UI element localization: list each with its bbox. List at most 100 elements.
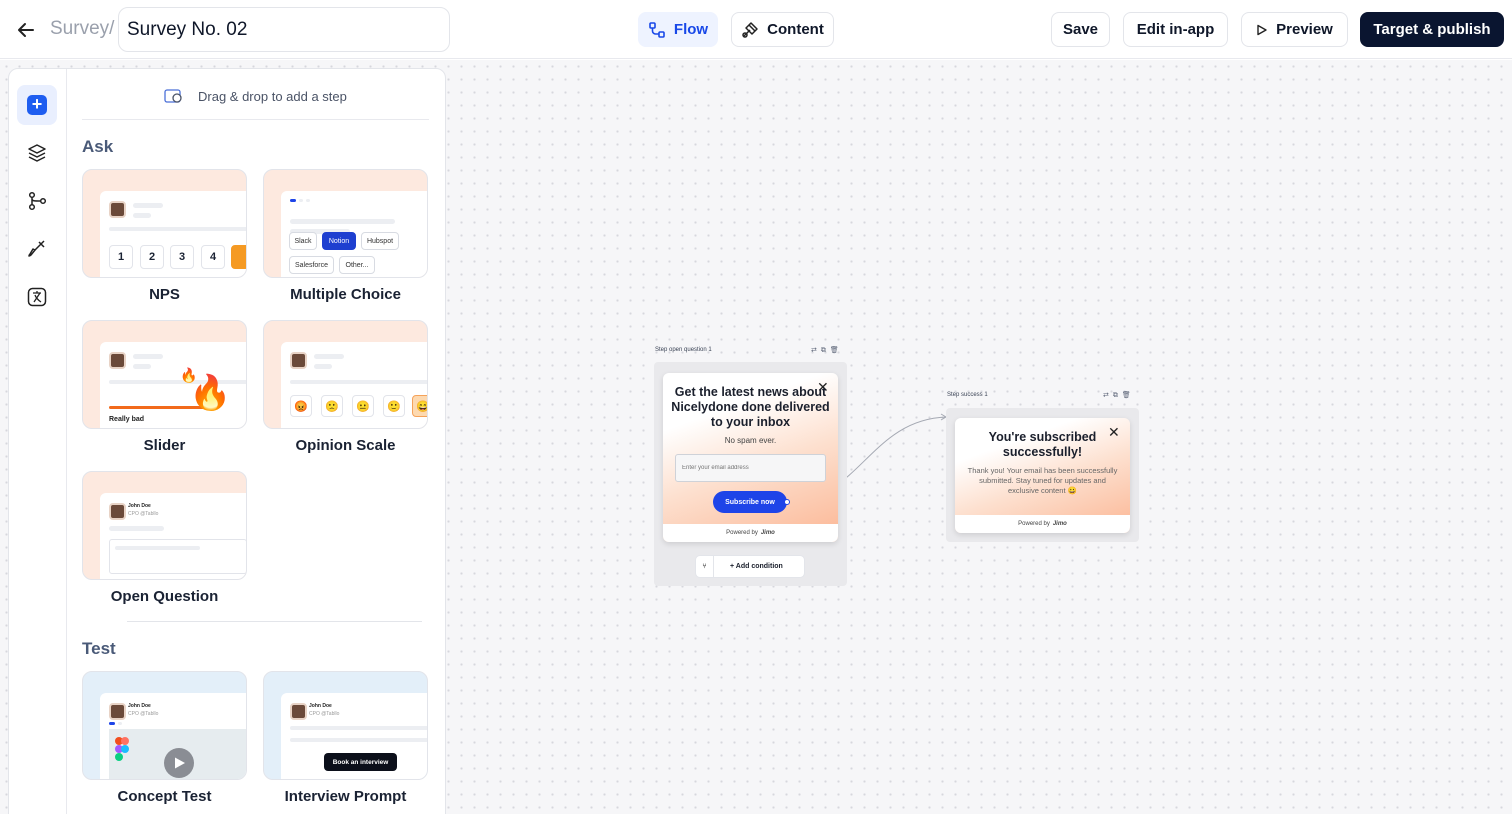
placeholder-line [133, 364, 151, 369]
person-role: CPO @Tabllo [128, 511, 159, 517]
placeholder-line [290, 738, 427, 742]
divider [127, 621, 422, 622]
placeholder-line [314, 354, 344, 359]
card-opinion-scale-label: Opinion Scale [295, 437, 396, 454]
rail-add-step[interactable]: + [17, 85, 57, 125]
rail-layers[interactable] [17, 133, 57, 173]
section-ask: Ask [82, 137, 114, 156]
branch-icon [28, 191, 47, 211]
slider-label: Really bad [109, 416, 145, 423]
option-chip: Slack [289, 232, 317, 250]
avatar [109, 201, 126, 218]
progress-dot [118, 722, 122, 725]
person-name: John Doe [128, 503, 151, 509]
card-opinion-scale[interactable]: 😡 🙁 😐 🙂 😄 [263, 320, 428, 429]
card-interview-prompt[interactable]: John Doe CPO @Tabllo Book an interview [263, 671, 428, 780]
frown-face-icon: 🙁 [321, 395, 343, 417]
card-slider[interactable]: Really bad 🔥 🔥 [82, 320, 247, 429]
placeholder-line [290, 380, 427, 384]
add-condition-label: + Add condition [730, 563, 783, 570]
avatar [109, 503, 126, 520]
nps-score: 2 [140, 245, 164, 269]
option-chip: Notion [322, 232, 356, 250]
connector-handle[interactable] [784, 499, 790, 505]
person-role: CPO @Tabllo [309, 711, 340, 717]
layers-icon [28, 144, 46, 162]
nps-score: 3 [170, 245, 194, 269]
add-condition-button[interactable]: ⑂ + Add condition [695, 555, 805, 578]
step-modal[interactable]: ✕ Get the latest news about Nicelydone d… [663, 373, 838, 542]
avatar [109, 352, 126, 369]
avatar [109, 703, 126, 720]
card-open-question[interactable]: John Doe CPO @Tabllo [82, 471, 247, 580]
option-chip: Other... [339, 256, 375, 274]
progress-dot [109, 722, 115, 725]
drag-hint-label: Drag & drop to add a step [198, 88, 347, 104]
step-title: Step success 1 [947, 392, 988, 398]
placeholder-line [109, 526, 164, 531]
placeholder-line [133, 203, 163, 208]
placeholder-line [115, 546, 200, 550]
plus-icon: + [27, 95, 47, 115]
jimo-logo: Jimo [760, 530, 775, 536]
progress-dot [306, 199, 310, 202]
card-multiple-choice-label: Multiple Choice [290, 286, 401, 303]
placeholder-line [290, 726, 427, 730]
option-chip: Hubspot [361, 232, 399, 250]
step-subtext: No spam ever. [724, 436, 777, 445]
placeholder-line [290, 219, 395, 224]
card-preview: John Doe CPO @Tabllo [100, 693, 246, 779]
powered-by-label: Powered by [1018, 521, 1050, 527]
card-concept-test-label: Concept Test [117, 788, 212, 805]
step-heading: You're subscribed successfully! [988, 430, 1097, 459]
placeholder-line [133, 354, 163, 359]
card-multiple-choice[interactable]: Slack Notion Hubspot Salesforce Other... [263, 169, 428, 278]
text-area-preview [109, 539, 246, 574]
section-test: Test [82, 639, 116, 658]
happy-face-icon: 😄 [412, 395, 427, 417]
divider [82, 119, 429, 120]
step-actions[interactable]: ⇄⧉🗑 [811, 346, 843, 355]
drag-hint: Drag & drop to add a step [164, 87, 347, 105]
placeholder-line [109, 227, 246, 231]
rail-branching[interactable] [17, 181, 57, 221]
person-role: CPO @Tabllo [128, 711, 159, 717]
option-chip: Salesforce [289, 256, 334, 274]
powered-by-label: Powered by [726, 530, 758, 536]
step-modal[interactable]: ✕ You're subscribed successfully! Thank … [955, 418, 1130, 533]
drag-icon [164, 89, 182, 103]
step-heading: Get the latest news about Nicelydone don… [671, 385, 830, 429]
step-body: Thank you! Your email has been successfu… [967, 466, 1118, 495]
card-slider-label: Slider [143, 437, 186, 454]
placeholder-line [133, 213, 151, 218]
card-interview-prompt-label: Interview Prompt [284, 788, 407, 805]
person-name: John Doe [309, 703, 332, 709]
subscribe-button[interactable]: Subscribe now [713, 491, 787, 513]
sidebar-rail: + [9, 69, 67, 814]
progress-dot [299, 199, 303, 202]
step-library-panel: + Drag & drop to add a step Ask 1 2 3 4 [8, 68, 446, 814]
nps-score: 5 [231, 245, 246, 269]
progress-dot [290, 199, 296, 202]
brush-icon [28, 240, 45, 257]
card-nps[interactable]: 1 2 3 4 5 [82, 169, 247, 278]
avatar [290, 703, 307, 720]
nps-score: 4 [201, 245, 225, 269]
branch-icon: ⑂ [696, 556, 714, 577]
email-field[interactable] [675, 454, 826, 482]
card-concept-test[interactable]: John Doe CPO @Tabllo [82, 671, 247, 780]
step-actions[interactable]: ⇄⧉🗑 [1103, 391, 1135, 400]
person-name: John Doe [128, 703, 151, 709]
play-button-icon [164, 748, 194, 778]
jimo-logo: Jimo [1052, 521, 1067, 527]
card-open-question-label: Open Question [110, 588, 219, 605]
translate-icon [27, 287, 47, 307]
card-preview: John Doe CPO @Tabllo [100, 493, 246, 579]
figma-logo [114, 737, 130, 763]
rail-theme[interactable] [17, 229, 57, 269]
neutral-face-icon: 😐 [352, 395, 374, 417]
angry-face-icon: 😡 [290, 395, 312, 417]
fire-icon: 🔥 [189, 374, 232, 412]
rail-translate[interactable] [17, 277, 57, 317]
avatar [290, 352, 307, 369]
